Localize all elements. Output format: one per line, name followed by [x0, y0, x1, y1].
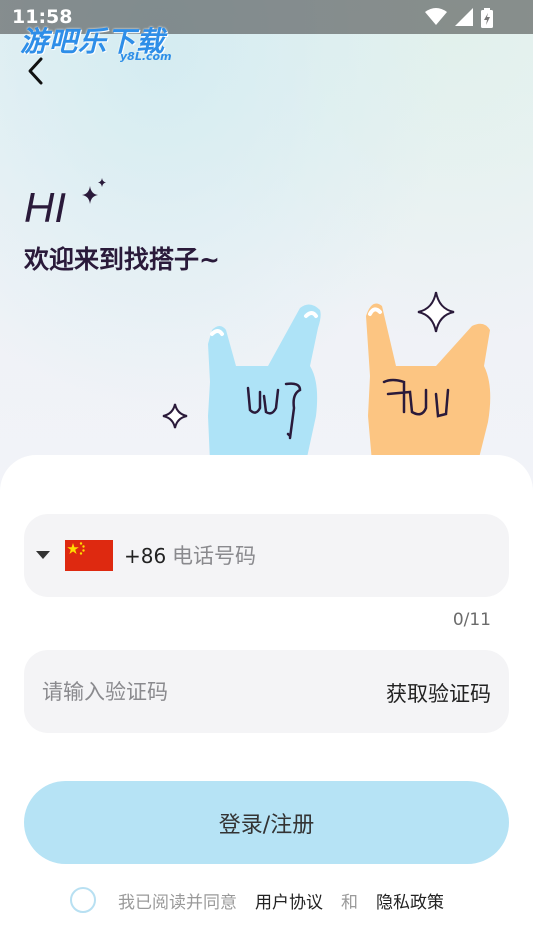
status-icons — [425, 8, 493, 28]
welcome-title: 欢迎来到找搭子~ — [24, 245, 220, 274]
battery-icon — [481, 8, 493, 28]
blue-hand — [208, 304, 321, 462]
phone-input[interactable] — [172, 538, 492, 574]
sparkle-icon — [162, 403, 188, 429]
orange-hand — [366, 303, 491, 462]
agreement-and: 和 — [341, 892, 358, 913]
wifi-icon — [425, 8, 447, 25]
login-register-button[interactable]: 登录/注册 — [24, 781, 509, 864]
sparkle-icon — [417, 291, 455, 333]
back-button[interactable] — [22, 54, 52, 88]
watermark-domain: y8L.com — [120, 50, 172, 63]
china-flag-icon[interactable] — [65, 540, 113, 571]
agree-checkbox[interactable] — [70, 887, 96, 913]
phone-field: +86 — [24, 514, 509, 597]
caret-down-icon[interactable] — [36, 551, 50, 559]
dial-code[interactable]: +86 — [124, 544, 166, 568]
verification-code-input[interactable] — [42, 674, 342, 710]
privacy-policy-link[interactable]: 隐私政策 — [376, 888, 444, 913]
chevron-left-icon — [28, 57, 43, 85]
sparkle-icon — [82, 178, 106, 204]
agreement-prefix: 我已阅读并同意 — [118, 892, 237, 913]
rock-hands-illustration — [162, 291, 491, 462]
phone-char-counter: 0/11 — [452, 610, 491, 630]
get-code-button[interactable]: 获取验证码 — [386, 678, 491, 708]
signal-icon — [455, 8, 473, 26]
code-field: 获取验证码 — [24, 650, 509, 733]
agreement-row: 我已阅读并同意 用户协议 和 隐私政策 — [70, 886, 444, 914]
user-agreement-link[interactable]: 用户协议 — [255, 888, 323, 913]
greeting: HI — [24, 184, 66, 231]
